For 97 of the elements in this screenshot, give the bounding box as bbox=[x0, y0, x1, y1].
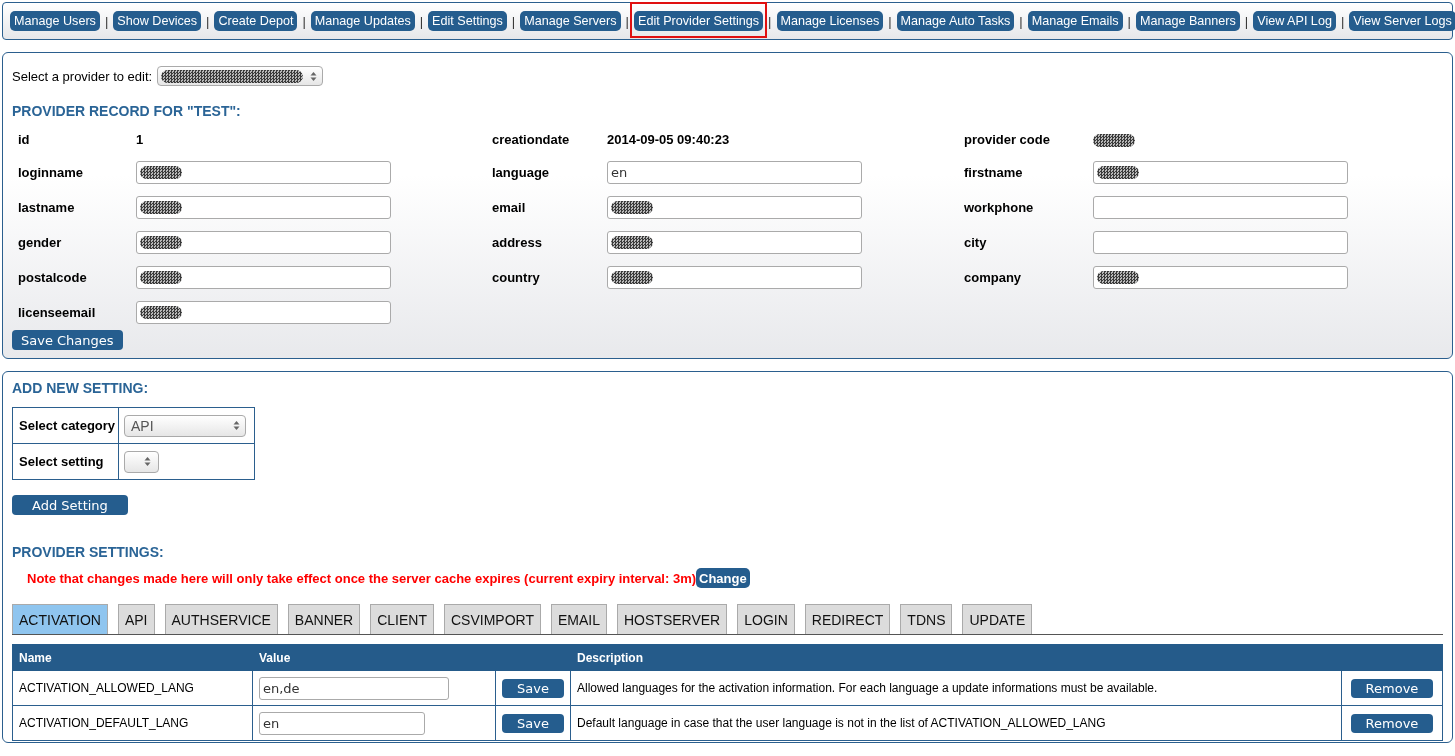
change-button[interactable]: Change bbox=[696, 568, 750, 588]
nav-separator: | bbox=[1244, 13, 1249, 29]
input-field[interactable] bbox=[136, 231, 391, 254]
nav-button[interactable]: Manage Licenses bbox=[776, 11, 884, 31]
remove-button[interactable]: Remove bbox=[1350, 678, 1434, 698]
save-button[interactable]: Save bbox=[502, 678, 564, 698]
setting-label: Select setting bbox=[19, 454, 104, 469]
field-label: gender bbox=[18, 233, 63, 252]
setting-label: Select category bbox=[19, 418, 116, 433]
input-field[interactable]: en bbox=[607, 161, 862, 184]
updown-arrows-icon bbox=[310, 70, 318, 82]
field-label: lastname bbox=[18, 198, 76, 217]
input-field[interactable] bbox=[1093, 161, 1348, 184]
field-value: 1 bbox=[136, 131, 144, 149]
category-tab[interactable]: BANNER bbox=[287, 604, 361, 634]
cache-warning-text: Note that changes made here will only take effect once the server cache expires (current expiry interval: 3m) bbox=[27, 570, 697, 586]
category-tab[interactable]: CLIENT bbox=[370, 604, 434, 634]
nav-separator: | bbox=[625, 13, 629, 29]
nav-separator: | bbox=[511, 13, 516, 29]
nav-button[interactable]: Manage Auto Tasks bbox=[896, 11, 1015, 31]
section-heading: PROVIDER SETTINGS: bbox=[12, 543, 165, 561]
field-label: language bbox=[492, 163, 551, 182]
setting-select[interactable]: API bbox=[124, 414, 246, 437]
category-tab[interactable]: ACTIVATION bbox=[12, 604, 108, 634]
category-tab[interactable]: UPDATE bbox=[962, 604, 1033, 634]
column-header: Name bbox=[12, 644, 253, 671]
nav-button[interactable]: Manage Banners bbox=[1135, 11, 1240, 31]
section-heading: ADD NEW SETTING: bbox=[12, 379, 150, 397]
add-setting-button[interactable]: Add Setting bbox=[12, 495, 128, 515]
input-field[interactable] bbox=[1093, 196, 1348, 219]
category-tab[interactable]: API bbox=[117, 604, 155, 634]
nav-separator: | bbox=[419, 13, 424, 29]
field-label: licenseemail bbox=[18, 303, 97, 322]
nav-button[interactable]: Edit Provider Settings bbox=[634, 11, 764, 31]
nav-separator: | bbox=[1019, 13, 1023, 29]
category-tab[interactable]: AUTHSERVICE bbox=[164, 604, 278, 634]
save-button[interactable]: Save bbox=[502, 713, 564, 733]
input-field[interactable] bbox=[136, 196, 391, 219]
field-label: address bbox=[492, 233, 543, 252]
nav-separator: | bbox=[104, 13, 109, 29]
field-label: creationdate bbox=[492, 131, 571, 149]
input-field[interactable] bbox=[1093, 266, 1348, 289]
nav-separator: | bbox=[1340, 13, 1345, 29]
table-cell: Default language in case that the user language is not in the list of ACTIVATION_ALLOWED_LANG bbox=[570, 705, 1342, 741]
nav-button[interactable]: Manage Updates bbox=[310, 11, 415, 31]
value-field[interactable]: en,de bbox=[259, 676, 449, 700]
input-field[interactable] bbox=[136, 266, 391, 289]
field-label: country bbox=[492, 268, 541, 287]
section-heading: PROVIDER RECORD FOR "TEST": bbox=[12, 102, 242, 120]
table-cell: ACTIVATION_DEFAULT_LANG bbox=[12, 705, 253, 741]
nav-separator: | bbox=[768, 13, 772, 29]
table-cell: Allowed languages for the activation information. For each language a update informations must be available. bbox=[570, 670, 1342, 706]
value-field[interactable]: en bbox=[259, 711, 425, 735]
save-changes-button[interactable]: Save Changes bbox=[12, 330, 123, 350]
nav-separator: | bbox=[206, 13, 210, 29]
input-field[interactable] bbox=[607, 266, 862, 289]
category-tab[interactable]: HOSTSERVER bbox=[617, 604, 728, 634]
field-label: provider code bbox=[964, 131, 1051, 149]
category-tab[interactable]: TDNS bbox=[900, 604, 953, 634]
column-header: Value bbox=[252, 644, 571, 671]
nav-separator: | bbox=[302, 13, 306, 29]
nav-button[interactable]: View API Log bbox=[1253, 11, 1336, 31]
field-label: city bbox=[964, 233, 988, 252]
provider-select-label: Select a provider to edit: bbox=[12, 68, 153, 84]
field-label: workphone bbox=[964, 198, 1035, 217]
field-label: email bbox=[492, 198, 527, 217]
category-tab[interactable]: LOGIN bbox=[737, 604, 795, 634]
nav-button[interactable]: Manage Servers bbox=[520, 11, 621, 31]
nav-button[interactable]: Create Depot bbox=[214, 11, 298, 31]
nav-button[interactable]: View Server Logs bbox=[1349, 11, 1455, 31]
field-label: postalcode bbox=[18, 268, 88, 287]
remove-button[interactable]: Remove bbox=[1350, 713, 1434, 733]
input-field[interactable] bbox=[607, 231, 862, 254]
input-field[interactable] bbox=[1093, 231, 1348, 254]
nav-button[interactable]: Show Devices bbox=[113, 11, 202, 31]
nav-separator: | bbox=[888, 13, 892, 29]
field-value: 2014-09-05 09:40:23 bbox=[607, 131, 730, 149]
field-label: firstname bbox=[964, 163, 1024, 182]
field-label: loginname bbox=[18, 163, 84, 182]
setting-select[interactable] bbox=[124, 450, 159, 473]
provider-select[interactable] bbox=[157, 66, 324, 86]
column-header: Description bbox=[570, 644, 1443, 671]
field-label: id bbox=[18, 131, 31, 149]
input-field[interactable] bbox=[136, 161, 391, 184]
nav-button[interactable]: Edit Settings bbox=[428, 11, 507, 31]
nav-separator: | bbox=[1127, 13, 1131, 29]
table-cell: ACTIVATION_ALLOWED_LANG bbox=[12, 670, 253, 706]
category-tab[interactable]: CSVIMPORT bbox=[444, 604, 541, 634]
updown-arrows-icon bbox=[233, 420, 240, 431]
nav-button[interactable]: Manage Users bbox=[10, 11, 100, 31]
category-tab[interactable]: EMAIL bbox=[551, 604, 607, 634]
nav-button[interactable]: Manage Emails bbox=[1027, 11, 1123, 31]
updown-arrows-icon bbox=[144, 456, 151, 467]
category-tab[interactable]: REDIRECT bbox=[804, 604, 891, 634]
field-label: company bbox=[964, 268, 1023, 287]
input-field[interactable] bbox=[607, 196, 862, 219]
input-field[interactable] bbox=[136, 301, 391, 324]
